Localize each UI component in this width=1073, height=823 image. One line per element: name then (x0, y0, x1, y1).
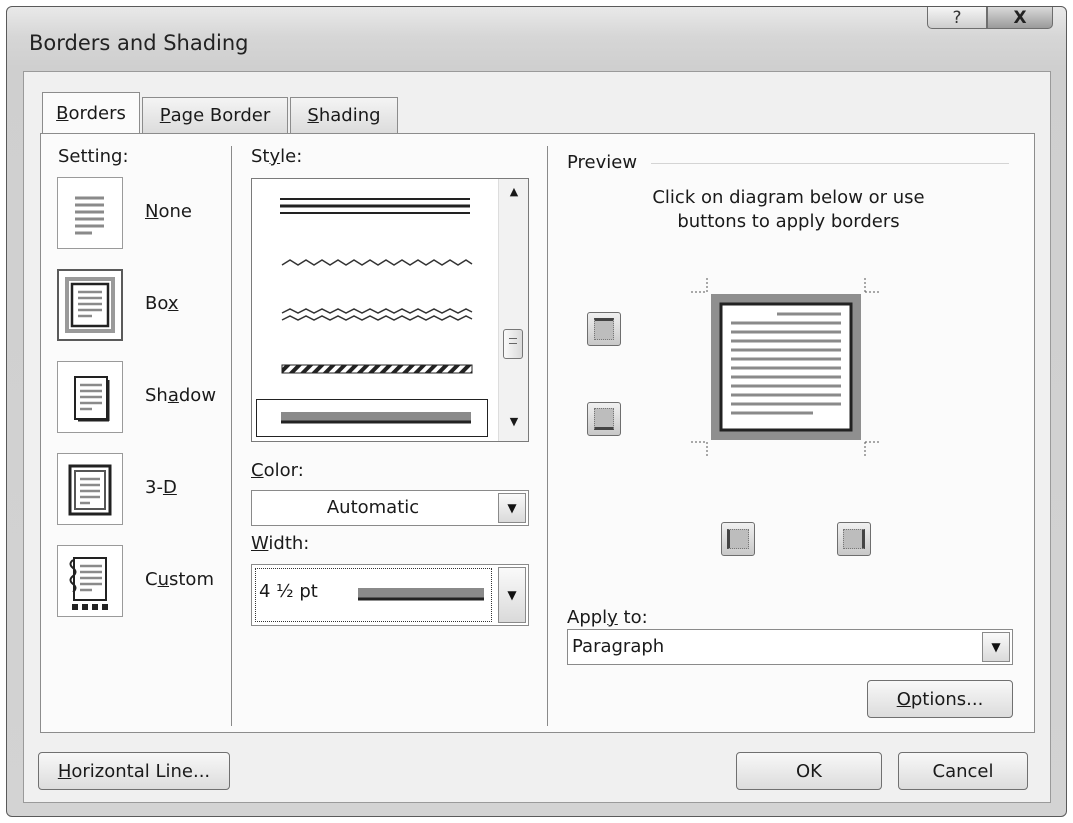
setting-3d-label: 3-D (145, 477, 177, 498)
tab-borders[interactable]: Borders (42, 92, 140, 133)
apply-to-label: Apply to: (567, 607, 648, 628)
width-dropdown[interactable]: 4 ½ pt ▼ (251, 564, 529, 626)
help-button[interactable]: ? (927, 7, 987, 29)
apply-to-value: Paragraph (572, 636, 665, 657)
style-option-wave[interactable] (258, 241, 492, 287)
bottom-border-icon (594, 408, 614, 430)
apply-to-dropdown[interactable]: Paragraph ▼ (567, 629, 1013, 665)
setting-3d-button[interactable] (57, 453, 123, 525)
horizontal-line-button[interactable]: Horizontal Line... (38, 752, 230, 790)
chevron-down-icon[interactable]: ▼ (982, 632, 1010, 662)
chevron-down-icon[interactable]: ▼ (498, 567, 526, 623)
preview-instructions-2: buttons to apply borders (677, 211, 900, 232)
style-option-triple[interactable] (258, 185, 492, 231)
width-value: 4 ½ pt (259, 581, 318, 602)
setting-label: Setting: (58, 146, 129, 167)
scroll-down-arrow-icon[interactable]: ▼ (499, 415, 529, 435)
bottom-border-button[interactable] (587, 402, 621, 436)
setting-custom-icon (69, 557, 108, 610)
color-value: Automatic (326, 497, 420, 518)
left-border-icon (727, 529, 749, 549)
left-border-button[interactable] (721, 522, 755, 556)
preview-instructions-1: Click on diagram below or use (652, 187, 925, 208)
setting-box-label: Box (145, 293, 179, 314)
width-label: Width: (251, 533, 310, 554)
setting-shadow-icon (74, 376, 110, 422)
style-list-scrollbar[interactable]: ▲ ▼ (498, 179, 528, 441)
setting-box-icon (65, 277, 115, 333)
setting-none-label: None (145, 201, 192, 222)
ok-button[interactable]: OK (736, 752, 882, 790)
close-button[interactable]: X (987, 7, 1053, 29)
width-preview-line (358, 588, 484, 601)
style-option-double-wave[interactable] (258, 293, 492, 339)
style-option-dash-dot-stroked[interactable] (258, 347, 492, 393)
chevron-down-icon[interactable]: ▼ (498, 493, 526, 523)
dialog-window: Borders and Shading ? X Borders Page Bor… (6, 6, 1067, 817)
scroll-up-arrow-icon[interactable]: ▲ (499, 185, 529, 205)
scroll-thumb[interactable] (503, 329, 523, 359)
style-list[interactable]: ▲ ▼ (251, 178, 529, 442)
tab-page-border[interactable]: Page Border (142, 97, 288, 133)
style-label: Style: (251, 146, 303, 167)
setting-custom-label: Custom (145, 569, 214, 590)
setting-none-icon (75, 196, 104, 235)
right-border-button[interactable] (837, 522, 871, 556)
cancel-button[interactable]: Cancel (898, 752, 1028, 790)
column-divider (547, 146, 548, 726)
setting-3d-icon (68, 464, 112, 516)
borders-panel: Setting: None Box Shadow 3-D Custom Styl… (40, 133, 1035, 733)
top-border-icon (594, 318, 614, 340)
options-button[interactable]: Options... (867, 680, 1013, 718)
dialog-title: Borders and Shading (29, 31, 249, 55)
tab-shading[interactable]: Shading (290, 97, 398, 133)
setting-custom-button[interactable] (57, 545, 123, 617)
setting-shadow-button[interactable] (57, 361, 123, 433)
setting-none-button[interactable] (57, 177, 123, 249)
dialog-client: Borders Page Border Shading Setting: Non… (23, 71, 1051, 803)
color-label: Color: (251, 460, 304, 481)
preview-label: Preview (567, 152, 638, 173)
setting-box-button[interactable] (57, 269, 123, 341)
setting-shadow-label: Shadow (145, 385, 217, 406)
color-dropdown[interactable]: Automatic ▼ (251, 490, 529, 526)
right-border-icon (843, 529, 865, 549)
top-border-button[interactable] (587, 312, 621, 346)
preview-diagram[interactable] (681, 270, 901, 470)
preview-separator (651, 163, 1009, 164)
style-option-selected-thick[interactable] (256, 399, 488, 437)
column-divider (231, 146, 232, 726)
